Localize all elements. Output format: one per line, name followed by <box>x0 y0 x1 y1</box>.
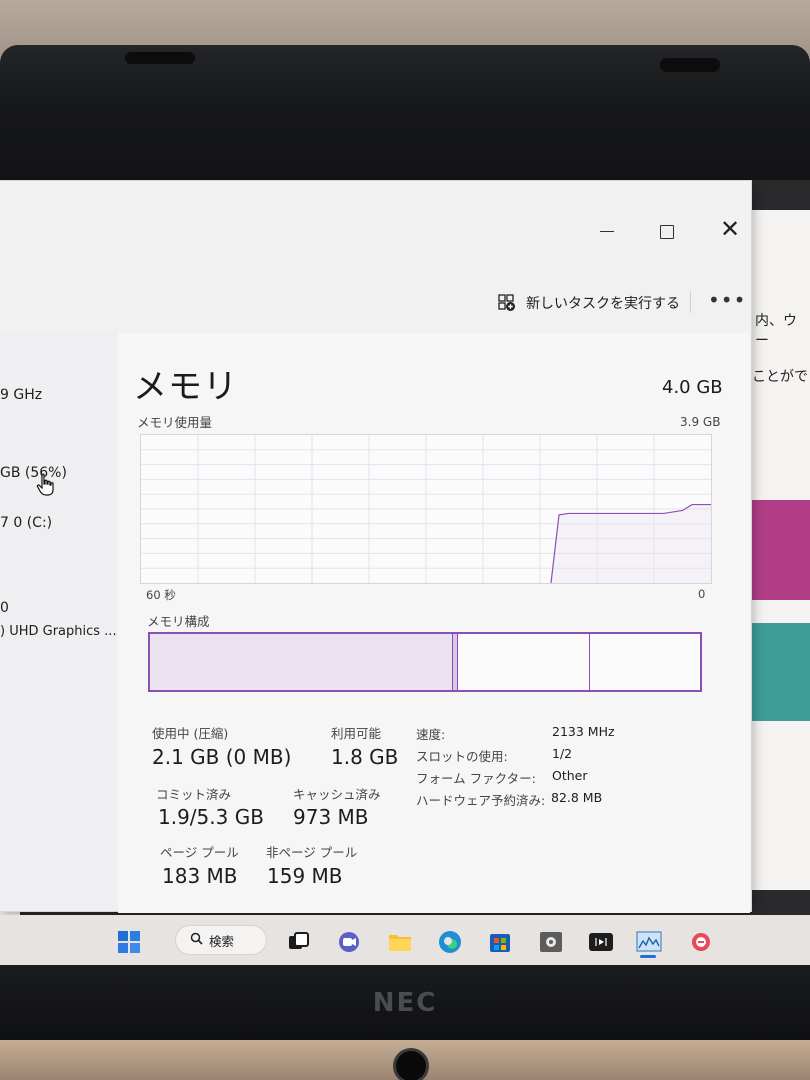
sidebar-cpu-speed[interactable]: 9 GHz <box>0 387 42 403</box>
available-label: 利用可能 <box>331 726 382 741</box>
laptop-brand-logo: NEC <box>372 988 438 1018</box>
media-player-icon[interactable] <box>588 930 614 954</box>
in-use-label: 使用中 (圧縮) <box>152 726 229 741</box>
composition-in-use-segment <box>150 634 453 690</box>
cached-value: 973 MB <box>293 805 369 829</box>
hw-reserved-value: 82.8 MB <box>551 790 603 805</box>
total-memory: 4.0 GB <box>662 377 723 398</box>
mouse-cursor-hand-icon <box>36 473 58 501</box>
search-label: 検索 <box>209 933 235 949</box>
page-title: メモリ <box>133 367 238 407</box>
paged-pool-label: ページ プール <box>160 845 239 860</box>
graph-axis-start: 60 秒 <box>146 588 176 602</box>
memory-composition-label: メモリ構成 <box>147 614 210 629</box>
slots-value: 1/2 <box>552 746 573 761</box>
microsoft-store-icon[interactable] <box>487 930 513 954</box>
close-button[interactable]: ✕ <box>720 217 740 241</box>
nonpaged-pool-value: 159 MB <box>267 864 343 888</box>
sidebar-disk[interactable]: 7 0 (C:) <box>0 515 52 531</box>
form-factor-label: フォーム ファクター: <box>416 771 536 786</box>
run-new-task-label: 新しいタスクを実行する <box>526 296 680 312</box>
paged-pool-value: 183 MB <box>162 864 238 888</box>
title-bar[interactable] <box>0 211 752 251</box>
memory-usage-label: メモリ使用量 <box>137 415 213 430</box>
background-text-line-2: ことがで <box>752 369 808 385</box>
search-icon <box>190 932 203 948</box>
taskbar-search[interactable]: 検索 <box>175 925 267 955</box>
chat-icon[interactable] <box>336 930 362 954</box>
task-manager-window: ✕ 新しいタスクを実行する ••• 9 GHz GB (56%) 7 0 (C:… <box>0 180 752 913</box>
in-use-value: 2.1 GB (0 MB) <box>152 745 292 769</box>
minimize-button[interactable] <box>598 219 618 243</box>
memory-usage-graph <box>140 434 712 584</box>
sidebar-gpu-name[interactable]: ) UHD Graphics ... <box>0 624 117 639</box>
graph-axis-end: 0 <box>698 587 706 601</box>
background-text-line-1: 内、ウー <box>755 313 797 349</box>
bezel-bump-left <box>125 52 195 64</box>
form-factor-value: Other <box>552 768 588 783</box>
speed-value: 2133 MHz <box>552 724 615 739</box>
memory-usage-area <box>551 504 711 583</box>
start-button[interactable] <box>116 930 142 954</box>
committed-label: コミット済み <box>156 787 232 802</box>
task-view-icon[interactable] <box>286 930 312 954</box>
committed-value: 1.9/5.3 GB <box>158 805 264 829</box>
memory-usage-max: 3.9 GB <box>680 415 721 429</box>
new-task-icon <box>498 294 516 312</box>
composition-free-segment <box>590 634 700 690</box>
run-new-task-button[interactable]: 新しいタスクを実行する <box>498 293 680 313</box>
toolbar-separator <box>690 291 691 313</box>
hw-reserved-label: ハードウェア予約済み: <box>416 793 546 808</box>
edge-browser-icon[interactable] <box>437 930 463 954</box>
settings-app-icon[interactable] <box>538 930 564 954</box>
memory-composition-bar <box>148 632 702 692</box>
available-value: 1.8 GB <box>331 745 399 769</box>
nonpaged-pool-label: 非ページ プール <box>266 845 358 860</box>
bezel-bump-right <box>660 58 720 72</box>
maximize-button[interactable] <box>660 225 674 239</box>
performance-sidebar <box>0 331 118 911</box>
active-app-indicator <box>640 955 656 958</box>
more-options-button[interactable]: ••• <box>708 290 746 310</box>
task-manager-taskbar-icon[interactable] <box>636 930 662 954</box>
speed-label: 速度: <box>416 727 446 742</box>
file-explorer-icon[interactable] <box>387 930 413 954</box>
cached-label: キャッシュ済み <box>293 787 381 802</box>
memory-usage-graph-svg <box>141 435 711 584</box>
red-app-icon[interactable] <box>688 930 714 954</box>
webcam-icon <box>393 1048 429 1080</box>
laptop-screen: 内、ウー ことがで ✕ 新しいタスクを実行する ••• 9 GHz GB (56… <box>0 180 810 970</box>
composition-standby-segment <box>458 634 590 690</box>
sidebar-gpu-index[interactable]: 0 <box>0 600 9 616</box>
slots-label: スロットの使用: <box>416 749 508 764</box>
